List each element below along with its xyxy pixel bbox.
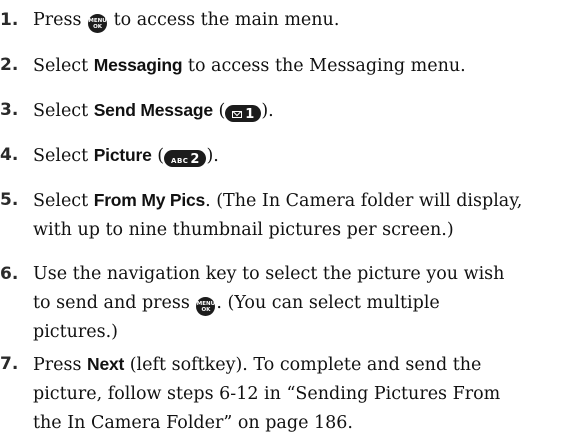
step-text-part: Select: [33, 191, 94, 211]
key-label-bottom: OK: [93, 24, 102, 30]
menu-option-label: Messaging: [93, 55, 183, 75]
key-label: 1: [245, 107, 255, 122]
step-number: 7.: [0, 354, 19, 374]
step-text: Select Picture (ABC 2).: [33, 141, 585, 171]
step-number: 3.: [0, 100, 19, 120]
menu-option-label: Send Message: [93, 100, 213, 120]
menu-option-label: Picture: [93, 145, 152, 165]
menu-ok-key-icon: MENU OK: [196, 297, 216, 316]
step-text-part: (: [151, 146, 165, 166]
key-1-icon: 1: [225, 105, 262, 122]
step-number: 1.: [0, 10, 19, 30]
envelope-icon: [232, 111, 243, 118]
softkey-label: Next: [87, 354, 125, 374]
step-text-part: (: [212, 101, 226, 121]
step-text-part: ).: [261, 101, 274, 121]
step-number: 6.: [0, 264, 19, 284]
step-text-part: Press: [33, 10, 88, 30]
step-number: 5.: [0, 190, 19, 210]
step-text-part: Select: [33, 56, 94, 76]
step-number: 4.: [0, 145, 19, 165]
step-text-part: Press: [33, 355, 88, 375]
step-text-part: to access the main menu.: [108, 10, 340, 30]
key-2-abc-icon: ABC 2: [164, 150, 207, 167]
step-text-part: ).: [206, 146, 219, 166]
step-text: Select Send Message (1).: [33, 96, 585, 126]
key-label: 2: [190, 152, 200, 167]
step-text: Press MENU OK to access the main menu.: [33, 6, 585, 35]
key-label-bottom: OK: [201, 307, 211, 313]
step-text-part: Select: [33, 101, 94, 121]
key-letters: ABC: [171, 157, 189, 165]
step-text-part: Select: [33, 146, 94, 166]
step-text: Select Messaging to access the Messaging…: [33, 51, 585, 81]
instructions-page: 1. Press MENU OK to access the main menu.…: [0, 0, 585, 439]
step-text: Select From My Pics. (The In Camera fold…: [33, 186, 585, 245]
step-text-part: to access the Messaging menu.: [182, 56, 466, 76]
menu-ok-key-icon: MENU OK: [88, 14, 108, 33]
step-number: 2.: [0, 55, 19, 75]
step-text: Press Next (left softkey). To complete a…: [33, 350, 585, 438]
menu-option-label: From My Pics: [93, 190, 206, 210]
step-text: Use the navigation key to select the pic…: [33, 260, 585, 347]
